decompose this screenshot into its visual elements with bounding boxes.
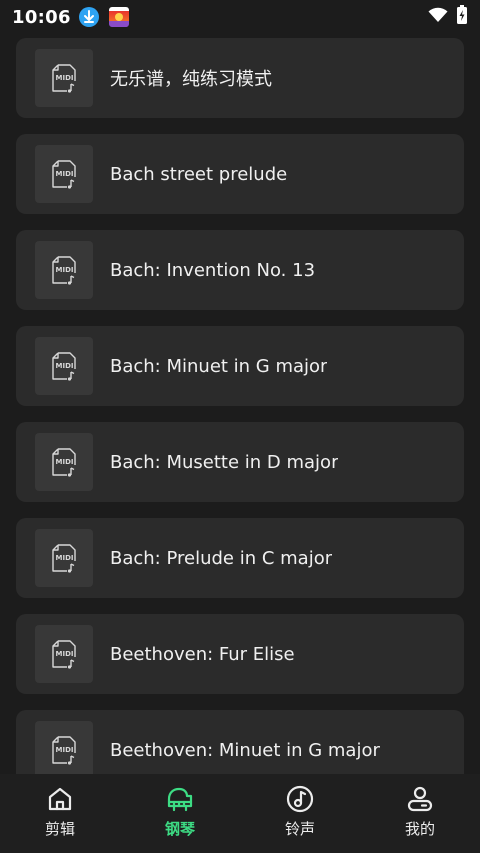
tab-label: 钢琴 bbox=[164, 820, 195, 838]
song-item[interactable]: MIDI 无乐谱，纯练习模式 bbox=[16, 38, 464, 118]
tab-ringtone[interactable]: 铃声 bbox=[240, 774, 360, 853]
song-title: Bach street prelude bbox=[110, 163, 288, 185]
song-title: Bach: Musette in D major bbox=[110, 451, 339, 473]
tab-clip[interactable]: 剪辑 bbox=[0, 774, 120, 853]
midi-file-icon: MIDI bbox=[35, 625, 93, 683]
svg-text:MIDI: MIDI bbox=[56, 362, 74, 370]
piano-icon bbox=[165, 784, 195, 814]
song-item[interactable]: MIDI Beethoven: Fur Elise bbox=[16, 614, 464, 694]
bottom-tab-bar: 剪辑 钢琴 铃声 我的 bbox=[0, 774, 480, 853]
song-item[interactable]: MIDI Bach: Invention No. 13 bbox=[16, 230, 464, 310]
song-item[interactable]: MIDI Bach: Minuet in G major bbox=[16, 326, 464, 406]
song-title: Beethoven: Fur Elise bbox=[110, 643, 295, 665]
profile-icon bbox=[405, 784, 435, 814]
midi-file-icon: MIDI bbox=[35, 145, 93, 203]
wifi-icon bbox=[428, 7, 448, 27]
midi-file-icon: MIDI bbox=[35, 49, 93, 107]
midi-file-icon: MIDI bbox=[35, 337, 93, 395]
midi-file-icon: MIDI bbox=[35, 241, 93, 299]
svg-text:MIDI: MIDI bbox=[56, 458, 74, 466]
tab-piano[interactable]: 钢琴 bbox=[120, 774, 240, 853]
song-item[interactable]: MIDI Bach: Musette in D major bbox=[16, 422, 464, 502]
song-item[interactable]: MIDI Bach: Prelude in C major bbox=[16, 518, 464, 598]
svg-text:MIDI: MIDI bbox=[56, 650, 74, 658]
song-title: 无乐谱，纯练习模式 bbox=[110, 69, 272, 90]
svg-text:MIDI: MIDI bbox=[56, 170, 74, 178]
svg-text:MIDI: MIDI bbox=[56, 74, 74, 82]
song-title: Bach: Minuet in G major bbox=[110, 355, 328, 377]
status-bar: 10:06 bbox=[0, 0, 480, 34]
status-time: 10:06 bbox=[12, 6, 71, 28]
svg-text:MIDI: MIDI bbox=[56, 554, 74, 562]
svg-text:MIDI: MIDI bbox=[56, 746, 74, 754]
tab-label: 我的 bbox=[404, 820, 435, 838]
music-note-icon bbox=[285, 784, 315, 814]
download-notification-icon bbox=[78, 7, 99, 27]
song-item[interactable]: MIDI Bach street prelude bbox=[16, 134, 464, 214]
song-title: Beethoven: Minuet in G major bbox=[110, 739, 380, 761]
home-icon bbox=[45, 784, 75, 814]
song-title: Bach: Invention No. 13 bbox=[110, 259, 316, 281]
tab-label: 铃声 bbox=[284, 820, 315, 838]
svg-text:MIDI: MIDI bbox=[56, 266, 74, 274]
app-notification-icon bbox=[108, 7, 129, 27]
tab-label: 剪辑 bbox=[44, 820, 75, 838]
song-title: Bach: Prelude in C major bbox=[110, 547, 333, 569]
song-list[interactable]: MIDI 无乐谱，纯练习模式 MIDI Bach street prelude … bbox=[0, 34, 480, 774]
midi-file-icon: MIDI bbox=[35, 433, 93, 491]
song-item[interactable]: MIDI Beethoven: Minuet in G major bbox=[16, 710, 464, 774]
battery-charging-icon bbox=[456, 5, 468, 29]
midi-file-icon: MIDI bbox=[35, 529, 93, 587]
tab-mine[interactable]: 我的 bbox=[360, 774, 480, 853]
midi-file-icon: MIDI bbox=[35, 721, 93, 774]
